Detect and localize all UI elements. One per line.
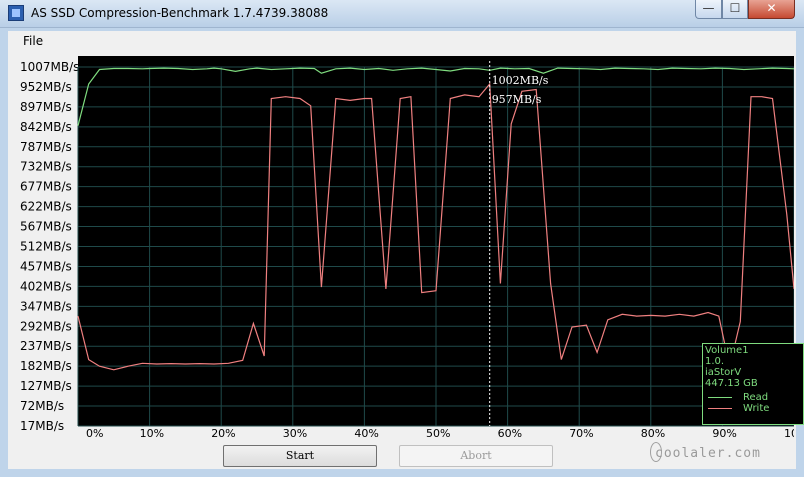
y-tick-label: 1007MB/s (20, 60, 79, 74)
x-tick-label: 90% (712, 427, 736, 440)
y-tick-label: 677MB/s (20, 180, 72, 194)
close-button[interactable]: ✕ (748, 0, 795, 19)
y-tick-label: 72MB/s (20, 399, 64, 413)
y-tick-label: 457MB/s (20, 259, 72, 273)
legend-version: 1.0. (705, 356, 725, 367)
y-tick-label: 952MB/s (20, 80, 72, 94)
legend-driver: iaStorV (705, 367, 742, 378)
y-tick-label: 512MB/s (20, 240, 72, 254)
chart-legend: Volume1 1.0. iaStorV 447.13 GB Read Writ… (702, 343, 804, 425)
title-bar[interactable]: AS SSD Compression-Benchmark 1.7.4739.38… (0, 0, 804, 28)
y-tick-label: 237MB/s (20, 339, 72, 353)
x-tick-label: 100% (784, 427, 794, 440)
x-tick-label: 20% (211, 427, 235, 440)
window-title: AS SSD Compression-Benchmark 1.7.4739.38… (31, 6, 329, 20)
legend-read-swatch (708, 397, 732, 398)
minimize-button[interactable]: — (695, 0, 722, 19)
x-tick-label: 30% (283, 427, 307, 440)
y-tick-label: 17MB/s (20, 419, 64, 433)
y-tick-label: 127MB/s (20, 379, 72, 393)
x-tick-label: 40% (354, 427, 378, 440)
y-tick-label: 622MB/s (20, 200, 72, 214)
x-tick-label: 70% (569, 427, 593, 440)
client-area: 1007MB/s 952MB/s 897MB/s 842MB/s 787MB/s 732M… (8, 51, 804, 469)
legend-read-label: Read (743, 392, 769, 403)
x-tick-label: 80% (641, 427, 665, 440)
x-tick-label: 0% (86, 427, 103, 440)
cursor-write-value: 957MB/s (492, 93, 542, 106)
menu-bar: File (8, 31, 796, 51)
cursor-read-value: 1002MB/s (492, 74, 549, 87)
y-tick-label: 402MB/s (20, 279, 72, 293)
legend-write-swatch (708, 408, 732, 409)
legend-volume: Volume1 (705, 345, 749, 356)
abort-button[interactable]: Abort (399, 445, 553, 467)
legend-write-label: Write (743, 403, 770, 414)
app-icon[interactable] (8, 5, 24, 21)
start-button[interactable]: Start (223, 445, 377, 467)
y-tick-label: 842MB/s (20, 120, 72, 134)
x-tick-label: 60% (498, 427, 522, 440)
app-window: AS SSD Compression-Benchmark 1.7.4739.38… (0, 0, 804, 477)
chart-canvas: 1007MB/s 952MB/s 897MB/s 842MB/s 787MB/s 732M… (18, 56, 794, 440)
legend-capacity: 447.13 GB (705, 378, 758, 389)
y-tick-label: 347MB/s (20, 299, 72, 313)
y-tick-label: 567MB/s (20, 220, 72, 234)
benchmark-chart: 1007MB/s 952MB/s 897MB/s 842MB/s 787MB/s 732M… (18, 56, 804, 440)
y-tick-label: 182MB/s (20, 359, 72, 373)
maximize-button[interactable]: ☐ (722, 0, 748, 19)
y-tick-label: 292MB/s (20, 319, 72, 333)
x-tick-label: 10% (140, 427, 164, 440)
menu-item-file[interactable]: File (23, 34, 43, 48)
y-tick-label: 787MB/s (20, 140, 72, 154)
x-tick-label: 50% (426, 427, 450, 440)
watermark-text: coolaler.com (655, 446, 761, 461)
y-tick-label: 897MB/s (20, 100, 72, 114)
y-tick-label: 732MB/s (20, 160, 72, 174)
